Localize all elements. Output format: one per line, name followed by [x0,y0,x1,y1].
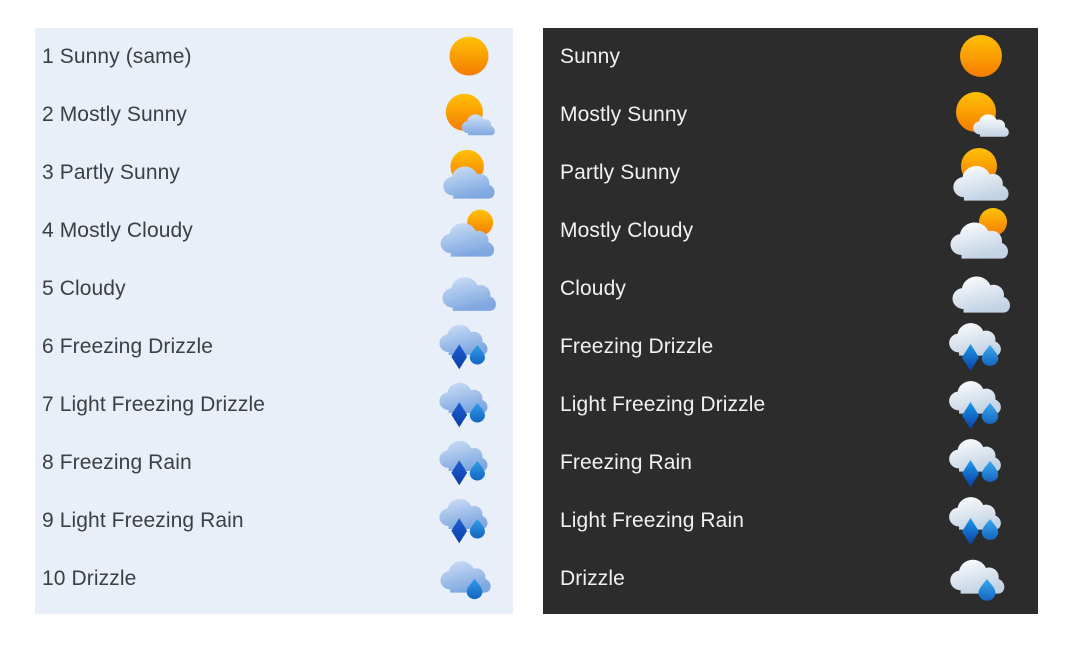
cloud-sleet-raindrop-icon [439,379,499,431]
weather-condition-row[interactable]: Partly Sunny [543,144,1038,202]
screenshot-stage: 1 Sunny (same) 2 Mostly Sunny 3 Partly S… [0,0,1072,646]
weather-condition-label: 5 Cloudy [42,277,439,301]
cloud-sleet-raindrop-icon [949,493,1013,549]
weather-condition-row[interactable]: Cloudy [543,260,1038,318]
cloud-icon [949,261,1013,317]
weather-condition-row[interactable]: Mostly Sunny [543,86,1038,144]
cloud-sleet-raindrop-icon [439,321,499,373]
weather-condition-row[interactable]: Light Freezing Rain [543,492,1038,550]
cloud-sleet-raindrop-icon [439,495,499,547]
weather-condition-row[interactable]: 3 Partly Sunny [35,144,513,202]
weather-condition-row[interactable]: Freezing Rain [543,434,1038,492]
weather-condition-label: Cloudy [560,277,949,301]
sun-small-cloud-icon [949,87,1013,143]
weather-condition-row[interactable]: 1 Sunny (same) [35,28,513,86]
sun-icon [949,29,1013,85]
weather-condition-row[interactable]: 9 Light Freezing Rain [35,492,513,550]
weather-condition-row[interactable]: 4 Mostly Cloudy [35,202,513,260]
dark-theme-panel: Sunny Mostly Sunny Partly Sunny [543,28,1038,614]
weather-condition-label: Light Freezing Drizzle [560,393,949,417]
weather-condition-row[interactable]: Sunny [543,28,1038,86]
cloud-icon [439,263,499,315]
weather-condition-label: Partly Sunny [560,161,949,185]
cloud-sleet-raindrop-icon [949,377,1013,433]
sun-behind-cloud-icon [439,147,499,199]
cloud-with-small-sun-icon [439,205,499,257]
weather-condition-label: 8 Freezing Rain [42,451,439,475]
cloud-raindrop-icon [949,551,1013,607]
weather-condition-label: Mostly Sunny [560,103,949,127]
weather-condition-label: 1 Sunny (same) [42,45,439,69]
weather-condition-label: 6 Freezing Drizzle [42,335,439,359]
cloud-sleet-raindrop-icon [949,435,1013,491]
weather-condition-label: 7 Light Freezing Drizzle [42,393,439,417]
weather-condition-row[interactable]: 7 Light Freezing Drizzle [35,376,513,434]
weather-condition-row[interactable]: 10 Drizzle [35,550,513,608]
weather-condition-row[interactable]: 6 Freezing Drizzle [35,318,513,376]
weather-condition-label: Freezing Drizzle [560,335,949,359]
weather-condition-label: Light Freezing Rain [560,509,949,533]
cloud-sleet-raindrop-icon [949,319,1013,375]
weather-condition-label: Freezing Rain [560,451,949,475]
sun-behind-cloud-icon [949,145,1013,201]
cloud-with-small-sun-icon [949,203,1013,259]
weather-condition-row[interactable]: Freezing Drizzle [543,318,1038,376]
weather-condition-row[interactable]: Light Freezing Drizzle [543,376,1038,434]
weather-condition-row[interactable]: Mostly Cloudy [543,202,1038,260]
cloud-sleet-raindrop-icon [439,437,499,489]
weather-condition-label: 9 Light Freezing Rain [42,509,439,533]
weather-condition-label: Drizzle [560,567,949,591]
weather-condition-label: 4 Mostly Cloudy [42,219,439,243]
sun-icon [439,31,499,83]
sun-small-cloud-icon [439,89,499,141]
cloud-raindrop-icon [439,553,499,605]
light-theme-panel: 1 Sunny (same) 2 Mostly Sunny 3 Partly S… [35,28,513,614]
weather-condition-label: 10 Drizzle [42,567,439,591]
weather-condition-row[interactable]: 2 Mostly Sunny [35,86,513,144]
weather-condition-label: 3 Partly Sunny [42,161,439,185]
weather-condition-label: Mostly Cloudy [560,219,949,243]
weather-condition-row[interactable]: 5 Cloudy [35,260,513,318]
weather-condition-row[interactable]: Drizzle [543,550,1038,608]
weather-condition-label: Sunny [560,45,949,69]
weather-condition-row[interactable]: 8 Freezing Rain [35,434,513,492]
weather-condition-label: 2 Mostly Sunny [42,103,439,127]
